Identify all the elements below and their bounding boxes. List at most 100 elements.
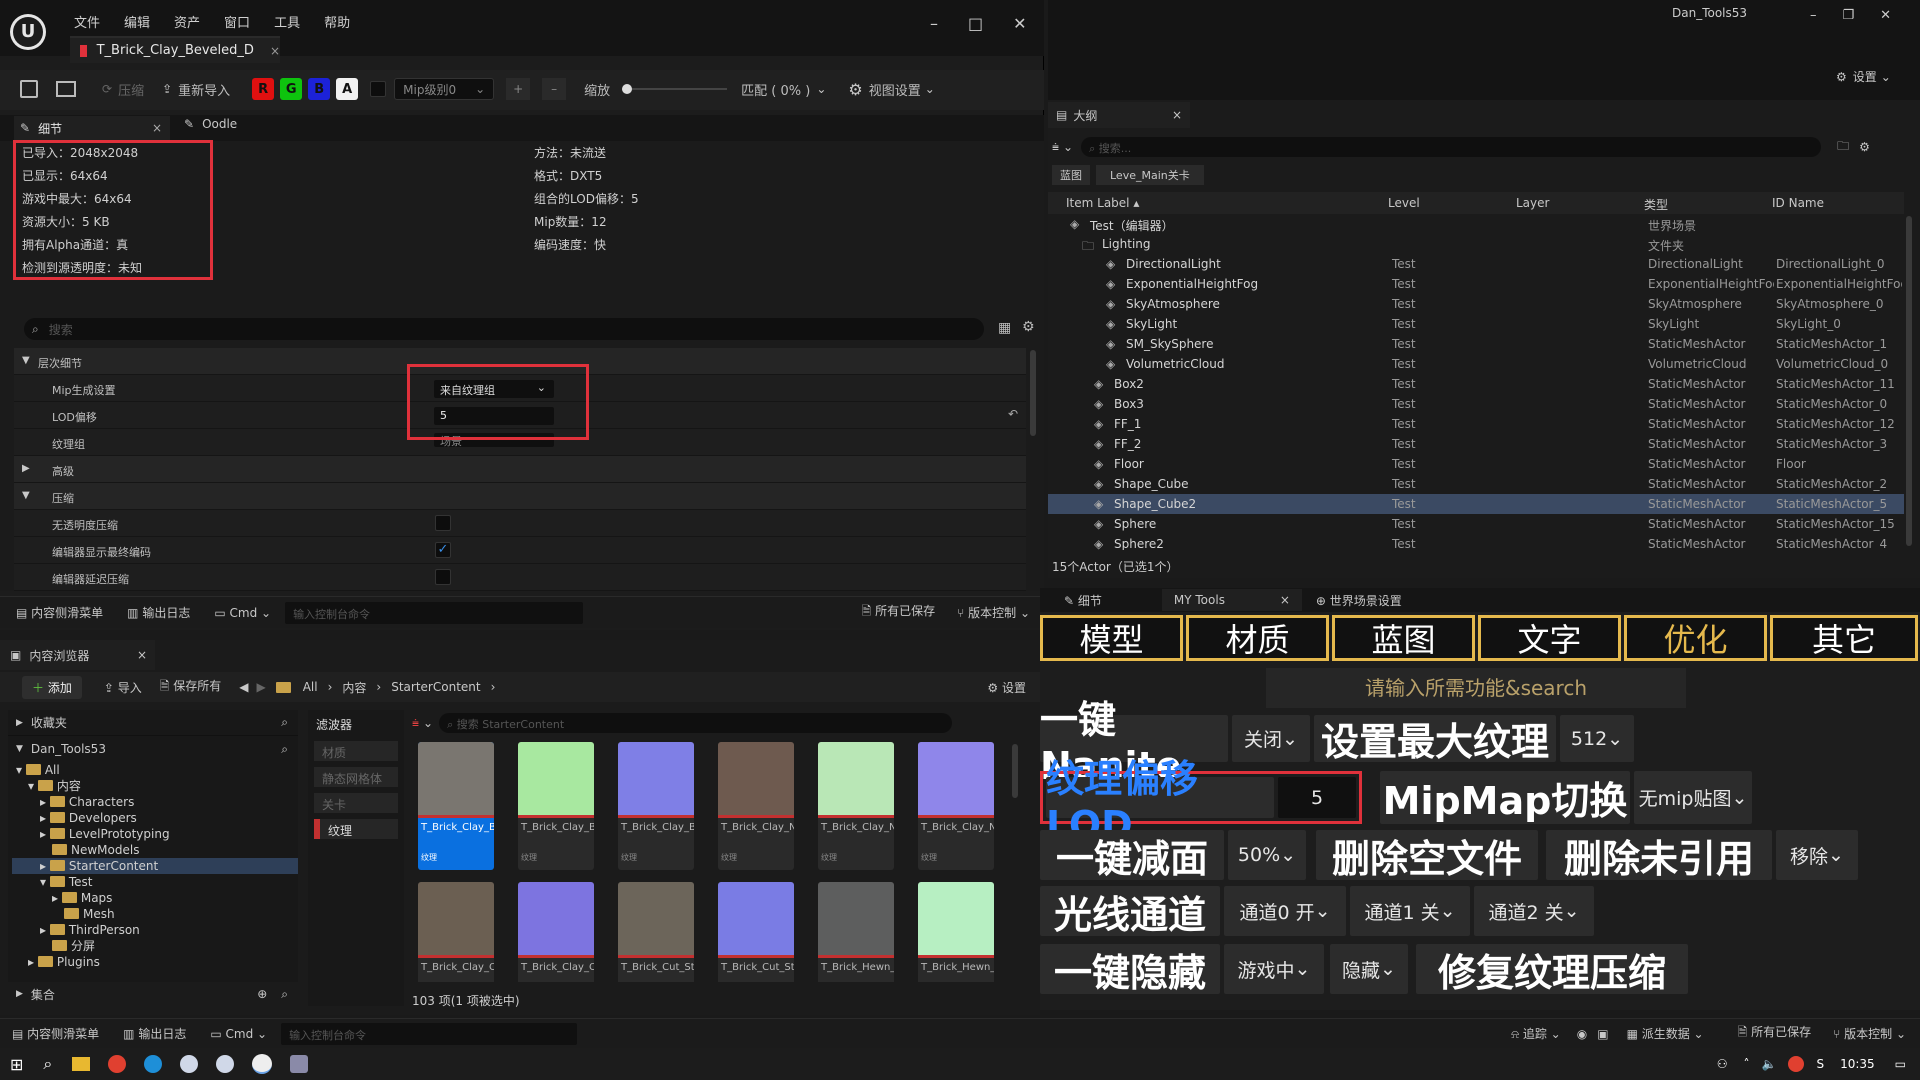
explorer-icon[interactable] xyxy=(72,1057,91,1071)
channel-2-dropdown[interactable]: 通道2 关 ⌄ xyxy=(1474,886,1594,936)
close-tab-icon[interactable]: × xyxy=(270,44,280,58)
outliner-search-input[interactable]: ⌕ 搜索... xyxy=(1081,137,1822,157)
cmd-dropdown[interactable]: ▭ Cmd ⌄ xyxy=(214,606,271,620)
tab-outliner[interactable]: ▤ 大纲 × xyxy=(1048,102,1190,128)
table-row[interactable]: ◈ Test（编辑器） 世界场景 xyxy=(1048,214,1904,234)
filter-texture[interactable]: 纹理 xyxy=(314,819,398,839)
asset-tile[interactable]: T_Brick_Clay_New_N 纹理 xyxy=(918,742,994,870)
tools-search-input[interactable]: 请输入所需功能&search xyxy=(1266,668,1686,708)
close-tab-icon[interactable]: × xyxy=(1280,593,1290,607)
asset-tile[interactable]: T_Brick_Hewn_Stone_D xyxy=(818,882,894,982)
hide-context-dropdown[interactable]: 游戏中 ⌄ xyxy=(1224,944,1324,994)
tab-my-tools[interactable]: MY Tools × xyxy=(1161,589,1302,611)
tree-item-characters[interactable]: ▸ Characters xyxy=(12,794,298,810)
lod-offset-input[interactable]: 5 xyxy=(1278,777,1356,818)
one-click-hide-button[interactable]: 一键隐藏 xyxy=(1040,944,1220,995)
favorites-header[interactable]: ▶ 收藏夹 ⌕ xyxy=(8,710,298,736)
defer-comp-checkbox[interactable] xyxy=(435,569,451,585)
search-icon[interactable]: ⌕ xyxy=(281,715,288,730)
tree-item-thirdperson[interactable]: ▸ ThirdPerson xyxy=(12,922,298,938)
filter-icon[interactable]: ⩧ xyxy=(1052,140,1059,155)
table-row[interactable]: ◈ FF_2 Test StaticMeshActor StaticMeshActor_… xyxy=(1048,434,1904,454)
collections-header[interactable]: ▶ 集合 ⊕ ⌕ xyxy=(8,982,298,1006)
category-material-button[interactable]: 材质 xyxy=(1186,615,1329,661)
mipmap-toggle-button[interactable]: MipMap切换 xyxy=(1380,771,1630,824)
menu-asset[interactable]: 资产 xyxy=(174,12,200,31)
content-drawer-button[interactable]: ▤ 内容侧滑菜单 xyxy=(16,604,103,621)
channel-r-button[interactable]: R xyxy=(252,78,275,100)
output-log-button[interactable]: ▥ 输出日志 xyxy=(123,1025,186,1042)
restore-icon[interactable]: ❐ xyxy=(1843,8,1855,23)
start-icon[interactable]: ⊞ xyxy=(10,1055,23,1074)
filter-tag-level[interactable]: Leve_Main关卡 xyxy=(1096,165,1204,185)
tab-details[interactable]: ✎ 细节 × xyxy=(14,116,170,140)
edge-icon[interactable] xyxy=(144,1055,163,1073)
tab-oodle[interactable]: ✎ Oodle xyxy=(184,117,237,131)
close-window-icon[interactable]: ✕ xyxy=(1013,14,1026,33)
texture-lod-offset-button[interactable]: 纹理偏移LOD xyxy=(1046,757,1274,847)
source-control-button[interactable]: ⑂ 版本控制 ⌄ xyxy=(957,604,1030,621)
forward-icon[interactable]: ▶ xyxy=(256,680,265,694)
tree-item-maps[interactable]: ▸ Maps xyxy=(12,890,298,906)
clock[interactable]: 10:35 xyxy=(1840,1057,1875,1071)
notification-icon[interactable]: ▭ xyxy=(1895,1057,1906,1071)
unreal-taskbar-icon[interactable] xyxy=(252,1054,273,1074)
category-optimize-button[interactable]: 优化 xyxy=(1624,615,1767,661)
section-compression[interactable]: ▼ 压缩 xyxy=(14,483,1026,510)
filter-tag-blueprint[interactable]: 蓝图 xyxy=(1052,165,1090,185)
reimport-button[interactable]: 重新导入 xyxy=(178,80,230,99)
close-tab-icon[interactable]: × xyxy=(137,648,147,662)
set-max-texture-button[interactable]: 设置最大纹理 xyxy=(1314,715,1556,764)
reduce-percent-dropdown[interactable]: 50% ⌄ xyxy=(1228,830,1306,880)
console-input[interactable]: 输入控制台命令 xyxy=(281,1022,578,1045)
fit-dropdown[interactable]: 匹配 ( 0% ) xyxy=(741,80,810,99)
console-input[interactable]: 输入控制台命令 xyxy=(285,601,584,624)
details-scrollbar[interactable] xyxy=(1030,350,1036,436)
tree-item-mesh[interactable]: Mesh xyxy=(12,906,298,922)
app-icon[interactable] xyxy=(180,1055,199,1073)
col-type[interactable]: 类型 xyxy=(1644,196,1668,213)
table-row[interactable]: ◈ SkyLight Test SkyLight SkyLight_0 xyxy=(1048,314,1904,334)
all-saved-button[interactable]: 🗎 所有已保存 xyxy=(1738,1023,1811,1044)
minimize-icon[interactable]: – xyxy=(930,14,938,33)
channel-1-dropdown[interactable]: 通道1 关 ⌄ xyxy=(1350,886,1470,936)
browse-icon[interactable] xyxy=(56,81,76,97)
cmd-dropdown[interactable]: ▭ Cmd ⌄ xyxy=(210,1027,267,1041)
plus-button[interactable]: + xyxy=(506,78,531,100)
tab-details-right[interactable]: ✎ 细节 xyxy=(1064,592,1102,609)
table-row[interactable]: ◈ Shape_Cube Test StaticMeshActor StaticMesh… xyxy=(1048,474,1904,494)
ime-mode-icon[interactable]: S xyxy=(1816,1057,1824,1071)
back-icon[interactable]: ◀ xyxy=(239,680,248,694)
ime-icon[interactable] xyxy=(1788,1056,1805,1072)
tab-world-settings[interactable]: ⊕ 世界场景设置 xyxy=(1316,592,1402,609)
people-icon[interactable]: ⚇ xyxy=(1717,1057,1728,1071)
tree-item-all[interactable]: ▾ All xyxy=(12,762,298,778)
light-channel-button[interactable]: 光线通道 xyxy=(1040,886,1220,937)
one-click-reduce-button[interactable]: 一键减面 xyxy=(1040,830,1224,881)
menu-tools[interactable]: 工具 xyxy=(274,12,300,31)
tree-item-startercontent[interactable]: ▸ StarterContent xyxy=(12,858,298,874)
gear-icon[interactable]: ⚙ xyxy=(1022,319,1035,335)
asset-tile[interactable]: T_Brick_Clay_Old_N xyxy=(518,882,594,982)
channel-a-button[interactable]: A xyxy=(336,78,359,100)
table-view-icon[interactable]: ▦ xyxy=(998,320,1011,336)
asset-tile[interactable]: T_Brick_Clay_Old_D xyxy=(418,882,494,982)
gear-icon[interactable]: ⚙ xyxy=(1859,140,1870,154)
table-row[interactable]: ◈ SkyAtmosphere Test SkyAtmosphere SkyAtmosp… xyxy=(1048,294,1904,314)
reset-arrow-icon[interactable]: ↶ xyxy=(1008,407,1018,421)
filter-material[interactable]: 材质 xyxy=(314,741,398,761)
close-window-icon[interactable]: ✕ xyxy=(1880,8,1891,23)
remove-dropdown[interactable]: 移除 ⌄ xyxy=(1776,830,1858,880)
table-row[interactable]: ◈ Box3 Test StaticMeshActor StaticMeshActor_… xyxy=(1048,394,1904,414)
camera-icon[interactable]: ▣ xyxy=(1597,1027,1608,1041)
asset-tile[interactable]: T_Brick_Hewn_Stone_M xyxy=(918,882,994,982)
tree-item-content[interactable]: ▾ 内容 xyxy=(12,778,298,794)
menu-window[interactable]: 窗口 xyxy=(224,12,250,31)
tree-item-developers[interactable]: ▸ Developers xyxy=(12,810,298,826)
max-texture-dropdown[interactable]: 512 ⌄ xyxy=(1560,715,1634,762)
asset-grid-scrollbar[interactable] xyxy=(1012,744,1018,798)
minus-button[interactable]: – xyxy=(542,78,567,100)
channel-0-dropdown[interactable]: 通道0 开 ⌄ xyxy=(1224,886,1346,936)
close-tab-icon[interactable]: × xyxy=(152,121,162,135)
table-row[interactable]: ◈ Shape_Cube2 Test StaticMeshActor StaticMes… xyxy=(1048,494,1904,514)
